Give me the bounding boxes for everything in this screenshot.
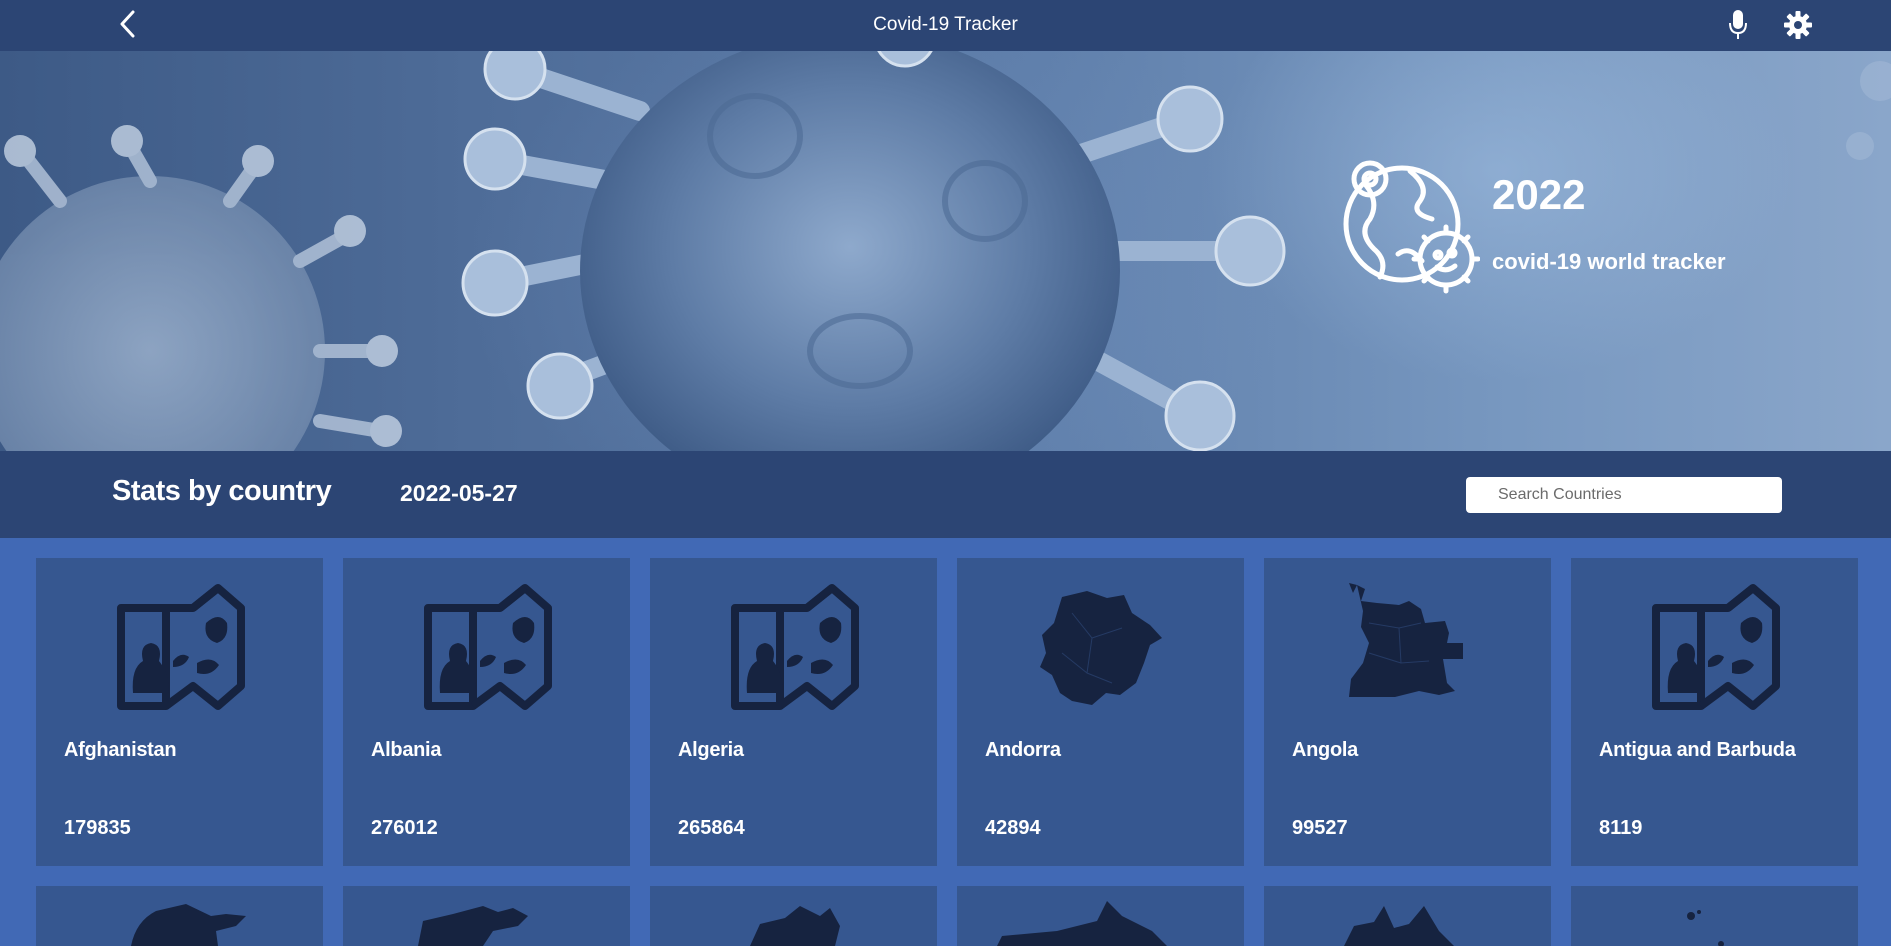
angola-map-icon — [1349, 583, 1463, 697]
generic-map-icon — [731, 584, 859, 710]
generic-map-icon — [1652, 584, 1780, 710]
country-card[interactable] — [957, 886, 1244, 946]
country-count: 8119 — [1599, 817, 1643, 839]
country-map-icon — [997, 901, 1167, 946]
country-count: 179835 — [64, 817, 131, 839]
chevron-left-icon — [120, 10, 135, 38]
country-count: 276012 — [371, 817, 438, 839]
generic-map-icon — [424, 584, 552, 710]
country-card[interactable]: Algeria 265864 — [650, 558, 937, 866]
stats-date: 2022-05-27 — [400, 480, 518, 506]
country-card[interactable] — [1264, 886, 1551, 946]
microphone-icon — [1729, 10, 1747, 39]
country-name: Afghanistan — [64, 739, 177, 761]
gear-icon — [1784, 11, 1812, 39]
hero-banner: 2022 covid-19 world tracker — [0, 51, 1891, 451]
country-card[interactable]: Afghanistan 179835 — [36, 558, 323, 866]
country-name: Andorra — [985, 739, 1061, 761]
settings-button[interactable] — [1779, 6, 1817, 44]
search-countries-input[interactable] — [1466, 477, 1782, 513]
country-name: Albania — [371, 739, 442, 761]
app-title: Covid-19 Tracker — [873, 14, 1018, 35]
country-map-icon — [418, 906, 528, 946]
country-name: Algeria — [678, 739, 744, 761]
country-count: 265864 — [678, 817, 745, 839]
country-card[interactable] — [650, 886, 937, 946]
country-card[interactable]: Antigua and Barbuda 8119 — [1571, 558, 1858, 866]
stats-title: Stats by country — [112, 475, 332, 507]
country-count: 99527 — [1292, 817, 1348, 839]
country-card[interactable]: Albania 276012 — [343, 558, 630, 866]
andorra-map-icon — [1040, 591, 1162, 705]
hero-subtitle: covid-19 world tracker — [1492, 249, 1726, 274]
country-count: 42894 — [985, 817, 1041, 839]
country-card[interactable] — [343, 886, 630, 946]
country-card[interactable]: Angola 99527 — [1264, 558, 1551, 866]
country-map-icon — [750, 906, 840, 946]
country-map-icon — [131, 904, 246, 946]
microphone-button[interactable] — [1721, 6, 1755, 44]
country-name: Antigua and Barbuda — [1599, 739, 1796, 761]
country-map-icon — [1687, 910, 1724, 946]
top-app-bar: Covid-19 Tracker — [0, 0, 1891, 51]
country-card[interactable] — [1571, 886, 1858, 946]
country-card[interactable] — [36, 886, 323, 946]
back-button[interactable] — [112, 4, 142, 44]
country-name: Angola — [1292, 739, 1358, 761]
hero-year: 2022 — [1492, 171, 1586, 218]
generic-map-icon — [117, 584, 245, 710]
country-map-icon — [1344, 906, 1454, 946]
country-grid: Afghanistan 179835 Albania 276012 Algeri… — [36, 558, 1860, 946]
stats-header: Stats by country 2022-05-27 — [0, 451, 1891, 538]
globe-virus-icon — [1343, 160, 1480, 294]
country-card[interactable]: Andorra 42894 — [957, 558, 1244, 866]
